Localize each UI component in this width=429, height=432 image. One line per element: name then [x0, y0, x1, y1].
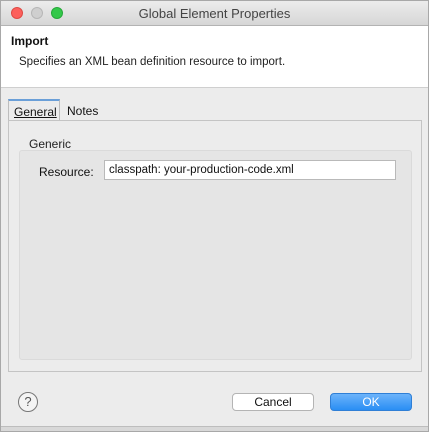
background-window-edge	[1, 426, 428, 431]
resource-input[interactable]	[104, 160, 396, 180]
generic-group-label: Generic	[29, 137, 72, 151]
banner-description: Specifies an XML bean definition resourc…	[19, 56, 286, 68]
ok-button[interactable]: OK	[330, 393, 412, 411]
banner-title: Import	[11, 34, 49, 48]
title-bar[interactable]: Global Element Properties	[1, 1, 428, 26]
tab-general[interactable]: General	[8, 99, 60, 121]
tab-notes[interactable]: Notes	[62, 99, 103, 121]
help-icon[interactable]: ?	[18, 392, 38, 412]
cancel-button[interactable]: Cancel	[232, 393, 314, 411]
header-banner: Import Specifies an XML bean definition …	[1, 26, 428, 88]
tab-general-label: General	[14, 105, 57, 119]
resource-label: Resource:	[39, 165, 94, 179]
window-title: Global Element Properties	[138, 6, 291, 21]
generic-group-box: Resource:	[19, 150, 412, 360]
general-tab-panel: Generic Resource:	[8, 120, 422, 372]
global-element-properties-dialog: Global Element Properties Import Specifi…	[0, 0, 429, 432]
